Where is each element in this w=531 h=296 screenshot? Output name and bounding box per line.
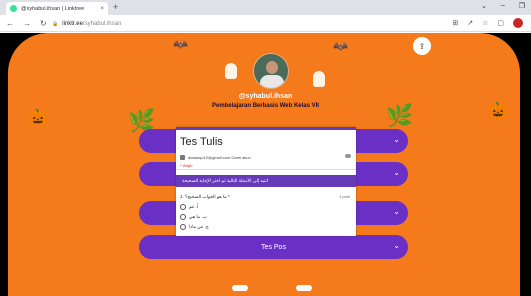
browser-tab[interactable]: @syhabul.ihsan | Linktree × (6, 2, 108, 15)
sidebar-icon[interactable]: ▢ (497, 19, 504, 27)
social-icon[interactable] (296, 285, 312, 291)
link-button-tes-pos[interactable]: Tes Pos ⌄ (139, 235, 408, 259)
social-icon[interactable] (232, 285, 248, 291)
ghost-icon (225, 63, 237, 79)
new-tab-button[interactable]: + (113, 2, 118, 13)
address-toolbar: ← → ↻ 🔒 linktr.ee/syhabul.ihsan ⊞ ↗ ☆ ▢ (0, 15, 531, 32)
profile-subtitle: Pembelajaran Berbasis Web Kelas VII (212, 103, 319, 109)
chevron-down-icon: ⌄ (393, 135, 400, 144)
profile-handle: @syhabul.ihsan (238, 93, 293, 100)
linktree-favicon-icon (10, 5, 17, 12)
tab-close-icon[interactable]: × (100, 6, 104, 12)
lock-icon: 🔒 (52, 20, 59, 27)
bat-icon: 🦇 (333, 39, 348, 53)
page-viewport: 🦇 🦇 🎃 🎃 🌿 🌿 ⇪ @syhabul.ihsan Pembelajara… (0, 33, 531, 296)
embedded-form[interactable]: Tes Tulis alwasiqo12@gmail.com Ganti aku… (176, 127, 356, 236)
radio-button[interactable] (180, 224, 186, 230)
restore-button[interactable]: ❐ (519, 2, 525, 10)
chevron-down-icon: ⌄ (393, 168, 400, 177)
bookmark-star-icon[interactable]: ☆ (482, 19, 488, 27)
toolbar-icons: ⊞ ↗ ☆ ▢ (452, 18, 523, 28)
back-arrow-icon[interactable]: ← (6, 19, 14, 28)
question-text: 1. ما هو الجواب الصحيح؟ * (180, 194, 230, 199)
chevron-down-icon: ⌄ (393, 241, 400, 250)
ghost-icon (313, 71, 325, 87)
account-icon (180, 155, 185, 160)
form-account: alwasiqo12@gmail.com Ganti akun (180, 155, 251, 160)
cloud-icon (345, 154, 351, 158)
question-points: 1 poin (339, 194, 350, 199)
reload-icon[interactable]: ↻ (40, 19, 47, 28)
avatar (253, 53, 289, 89)
tab-title: @syhabul.ihsan | Linktree (21, 5, 85, 12)
share-profile-button[interactable]: ⇪ (413, 37, 431, 55)
radio-button[interactable] (180, 214, 186, 220)
answer-option[interactable]: أ. عم (180, 204, 198, 210)
answer-option[interactable]: ج. عن ماذا (180, 224, 209, 230)
minimize-button[interactable]: – (501, 2, 505, 10)
tab-search-button[interactable]: ⌄ (481, 2, 487, 10)
answer-option[interactable]: ب. ما هي (180, 214, 207, 220)
section-header: انتبه إلى الأسئلة التالية ثم اختر الإجاب… (176, 175, 356, 187)
divider (176, 169, 356, 170)
window-controls: ⌄ – ❐ (481, 2, 525, 10)
link-label: Tes Pos (261, 243, 286, 251)
bat-icon: 🦇 (173, 37, 188, 51)
form-title: Tes Tulis (180, 136, 223, 148)
url-text: linktr.ee/syhabul.ihsan (62, 20, 122, 27)
chevron-down-icon: ⌄ (393, 207, 400, 216)
translate-icon[interactable]: ⊞ (452, 19, 458, 27)
share-icon[interactable]: ↗ (467, 19, 473, 27)
profile-avatar-icon[interactable] (513, 18, 523, 28)
url-bar[interactable]: 🔒 linktr.ee/syhabul.ihsan (52, 17, 422, 30)
pumpkin-icon: 🎃 (28, 110, 48, 127)
radio-button[interactable] (180, 204, 186, 210)
required-note: * Wajib (180, 163, 193, 168)
browser-tab-bar: @syhabul.ihsan | Linktree × + ⌄ – ❐ (0, 0, 531, 15)
forward-arrow-icon[interactable]: → (23, 19, 31, 28)
